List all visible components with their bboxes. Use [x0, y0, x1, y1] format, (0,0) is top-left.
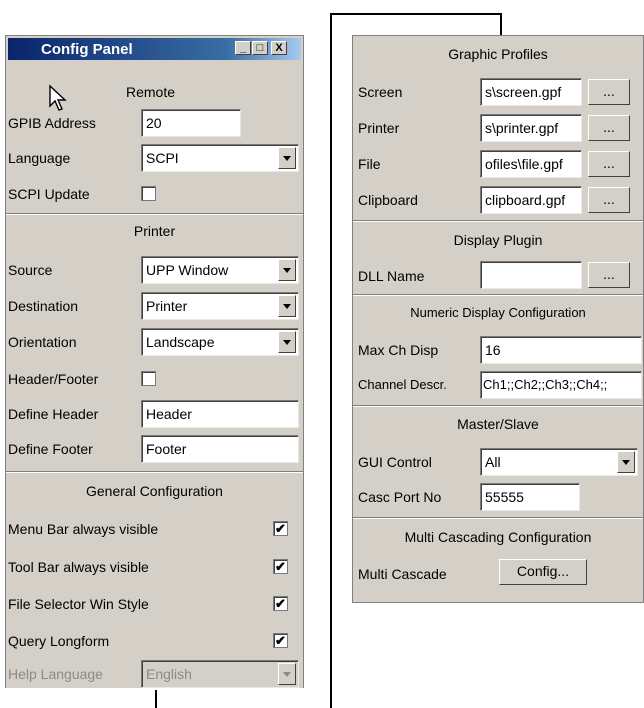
- screen-profile-field[interactable]: s\screen.gpf: [480, 78, 582, 106]
- scpi-update-label: SCPI Update: [8, 186, 90, 202]
- define-header-label: Define Header: [8, 406, 99, 422]
- define-footer-field[interactable]: Footer: [141, 435, 299, 463]
- file-profile-label: File: [358, 156, 381, 172]
- window-title: Config Panel: [41, 41, 133, 58]
- menu-bar-checkbox[interactable]: ✔: [273, 521, 288, 536]
- connector-line: [155, 690, 157, 708]
- destination-label: Destination: [8, 298, 79, 314]
- dll-name-field[interactable]: [480, 261, 582, 289]
- multi-cascade-label: Multi Cascade: [358, 566, 447, 582]
- settings-panel: Graphic Profiles Screen s\screen.gpf ...…: [352, 35, 644, 603]
- chevron-down-icon: [278, 663, 296, 685]
- config-button[interactable]: Config...: [499, 559, 587, 585]
- channel-descr-label: Channel Descr.: [358, 377, 447, 392]
- orientation-select[interactable]: Landscape: [141, 328, 299, 356]
- dll-name-label: DLL Name: [358, 268, 425, 284]
- printer-profile-label: Printer: [358, 120, 400, 136]
- title-bar[interactable]: Config Panel _ □ X: [8, 38, 301, 60]
- destination-select[interactable]: Printer: [141, 292, 299, 320]
- chevron-down-icon[interactable]: [278, 259, 296, 281]
- connector-line: [330, 13, 502, 15]
- section-divider: [6, 471, 303, 473]
- max-ch-disp-label: Max Ch Disp: [358, 342, 439, 358]
- language-select[interactable]: SCPI: [141, 144, 299, 172]
- gui-control-label: GUI Control: [358, 454, 432, 470]
- menu-bar-label: Menu Bar always visible: [8, 521, 159, 537]
- clipboard-profile-label: Clipboard: [358, 192, 418, 208]
- minimize-button[interactable]: _: [235, 41, 251, 55]
- file-browse-button[interactable]: ...: [588, 151, 630, 177]
- section-divider: [353, 405, 643, 407]
- mouse-pointer-icon: [49, 84, 67, 111]
- query-longform-label: Query Longform: [8, 633, 110, 649]
- dll-browse-button[interactable]: ...: [588, 262, 630, 288]
- orientation-label: Orientation: [8, 334, 77, 350]
- screen-browse-button[interactable]: ...: [588, 79, 630, 105]
- section-divider: [6, 213, 303, 215]
- screen-label: Screen: [358, 84, 403, 100]
- chevron-down-icon[interactable]: [278, 295, 296, 317]
- max-ch-disp-field[interactable]: 16: [480, 336, 642, 364]
- define-header-field[interactable]: Header: [141, 400, 299, 428]
- source-label: Source: [8, 262, 53, 278]
- channel-descr-field[interactable]: Ch1;;Ch2;;Ch3;;Ch4;;: [480, 371, 642, 399]
- help-language-select: English: [141, 660, 299, 688]
- printer-profile-field[interactable]: s\printer.gpf: [480, 114, 582, 142]
- numeric-display-heading: Numeric Display Configuration: [410, 305, 586, 320]
- tool-bar-checkbox[interactable]: ✔: [273, 559, 288, 574]
- file-selector-checkbox[interactable]: ✔: [273, 596, 288, 611]
- general-configuration-heading: General Configuration: [86, 483, 223, 499]
- define-footer-label: Define Footer: [8, 441, 93, 457]
- help-language-label: Help Language: [8, 666, 103, 682]
- header-footer-label: Header/Footer: [8, 371, 99, 387]
- remote-heading: Remote: [126, 84, 176, 100]
- section-divider: [353, 517, 643, 519]
- printer-heading: Printer: [133, 223, 176, 239]
- section-divider: [353, 294, 643, 296]
- connector-line: [500, 13, 502, 36]
- config-panel: Config Panel _ □ X Remote GPIB Address 2…: [5, 35, 304, 688]
- master-slave-heading: Master/Slave: [457, 416, 539, 432]
- clipboard-profile-field[interactable]: clipboard.gpf: [480, 186, 582, 214]
- casc-port-label: Casc Port No: [358, 489, 442, 505]
- gpib-address-field[interactable]: 20: [141, 109, 241, 137]
- gpib-address-label: GPIB Address: [8, 115, 96, 131]
- graphic-profiles-heading: Graphic Profiles: [448, 46, 548, 62]
- multi-cascading-heading: Multi Cascading Configuration: [404, 529, 592, 545]
- maximize-button[interactable]: □: [252, 41, 268, 55]
- chevron-down-icon[interactable]: [617, 451, 635, 473]
- header-footer-checkbox[interactable]: [141, 371, 156, 386]
- source-select[interactable]: UPP Window: [141, 256, 299, 284]
- section-divider: [353, 220, 643, 222]
- language-label: Language: [8, 150, 71, 166]
- chevron-down-icon[interactable]: [278, 331, 296, 353]
- file-selector-label: File Selector Win Style: [8, 596, 149, 612]
- casc-port-field[interactable]: 55555: [480, 483, 580, 511]
- gui-control-select[interactable]: All: [480, 448, 638, 476]
- connector-line: [330, 13, 332, 708]
- clipboard-browse-button[interactable]: ...: [588, 187, 630, 213]
- printer-browse-button[interactable]: ...: [588, 115, 630, 141]
- query-longform-checkbox[interactable]: ✔: [273, 633, 288, 648]
- chevron-down-icon[interactable]: [278, 147, 296, 169]
- close-button[interactable]: X: [271, 41, 287, 55]
- display-plugin-heading: Display Plugin: [453, 232, 543, 248]
- scpi-update-checkbox[interactable]: [141, 186, 156, 201]
- tool-bar-label: Tool Bar always visible: [8, 559, 149, 575]
- file-profile-field[interactable]: ofiles\file.gpf: [480, 150, 582, 178]
